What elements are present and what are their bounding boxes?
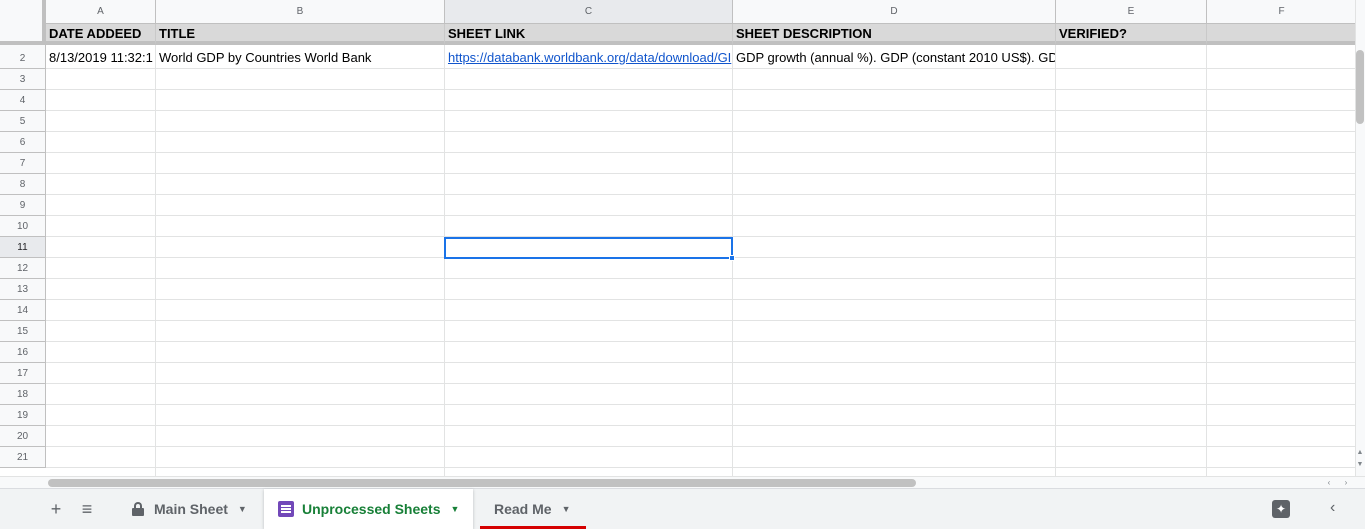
cell-b2[interactable]: World GDP by Countries World Bank [156,45,445,69]
tab-unprocessed-sheets[interactable]: Unprocessed Sheets ▼ [264,489,474,529]
column-header-d[interactable]: D [733,0,1056,24]
plus-icon[interactable]: + [46,499,66,519]
cell-f1[interactable] [1207,24,1355,45]
scroll-left-arrow-icon[interactable]: ‹ [1323,478,1335,488]
selected-cell-c11[interactable] [444,237,733,259]
cell-a1[interactable]: DATE ADDEED [46,24,156,45]
cell-e1[interactable]: VERIFIED? [1056,24,1207,45]
chevron-down-icon[interactable]: ▼ [562,504,571,514]
row-header-12[interactable]: 12 [0,258,46,279]
tab-main-sheet[interactable]: Main Sheet ▼ [118,489,261,529]
row-header-20[interactable]: 20 [0,426,46,447]
row-header-10[interactable]: 10 [0,216,46,237]
cell-a2[interactable]: 8/13/2019 11:32:1 [46,45,156,69]
cell-c1[interactable]: SHEET LINK [445,24,733,45]
row-header-3[interactable]: 3 [0,69,46,90]
row-header-21[interactable]: 21 [0,447,46,468]
chevron-down-icon[interactable]: ▼ [238,504,247,514]
row-header-8[interactable]: 8 [0,174,46,195]
lock-icon [132,502,144,516]
row-header-6[interactable]: 6 [0,132,46,153]
column-header-c[interactable]: C [445,0,733,24]
cell-d1[interactable]: SHEET DESCRIPTION [733,24,1056,45]
select-all-corner[interactable] [0,0,46,45]
column-header-bar: A B C D E F [0,0,1355,24]
form-icon [278,501,294,517]
row-header-11[interactable]: 11 [0,237,46,258]
tab-read-me[interactable]: Read Me ▼ [480,489,586,529]
tab-read-me-label: Read Me [494,501,552,517]
row-header-17[interactable]: 17 [0,363,46,384]
cell-f2[interactable] [1207,45,1355,69]
row-header-7[interactable]: 7 [0,153,46,174]
fill-handle[interactable] [729,255,735,261]
tab-main-sheet-label: Main Sheet [154,501,228,517]
vertical-scrollbar[interactable]: ▲ ▼ [1355,0,1365,478]
scroll-right-arrow-icon[interactable]: › [1340,478,1352,488]
cell-e2[interactable] [1056,45,1207,69]
vertical-scroll-thumb[interactable] [1356,50,1364,124]
row-header-4[interactable]: 4 [0,90,46,111]
row-header-19[interactable]: 19 [0,405,46,426]
column-header-e[interactable]: E [1056,0,1207,24]
chevron-left-icon[interactable]: ‹ [1330,499,1335,517]
column-header-a[interactable]: A [46,0,156,24]
horizontal-scroll-thumb[interactable] [48,479,916,487]
spreadsheet-grid[interactable]: A B C D E F 1 2 3 4 5 6 7 8 9 10 11 12 1… [0,0,1355,478]
row-header-13[interactable]: 13 [0,279,46,300]
scroll-up-arrow-icon[interactable]: ▲ [1355,448,1365,458]
cell-d2[interactable]: GDP growth (annual %). GDP (constant 201… [733,45,1056,69]
chevron-down-icon[interactable]: ▼ [451,504,460,514]
cell-b1[interactable]: TITLE [156,24,445,45]
row-header-2[interactable]: 2 [0,45,46,69]
empty-grid-lines [46,69,1355,478]
row-header-16[interactable]: 16 [0,342,46,363]
list-icon[interactable]: ≡ [77,499,97,519]
scroll-down-arrow-icon[interactable]: ▼ [1355,460,1365,470]
row-header-5[interactable]: 5 [0,111,46,132]
row-header-18[interactable]: 18 [0,384,46,405]
column-header-b[interactable]: B [156,0,445,24]
explore-icon[interactable]: ✦ [1272,500,1290,518]
row-header-14[interactable]: 14 [0,300,46,321]
row-header-9[interactable]: 9 [0,195,46,216]
column-header-f[interactable]: F [1207,0,1355,24]
sheet-tab-bar: + ≡ Main Sheet ▼ Unprocessed Sheets ▼ Re… [0,488,1365,529]
horizontal-scrollbar[interactable]: ‹ › [0,476,1365,488]
cell-c2-link[interactable]: https://databank.worldbank.org/data/down… [445,45,733,69]
row-header-15[interactable]: 15 [0,321,46,342]
tab-unprocessed-sheets-label: Unprocessed Sheets [302,501,441,517]
